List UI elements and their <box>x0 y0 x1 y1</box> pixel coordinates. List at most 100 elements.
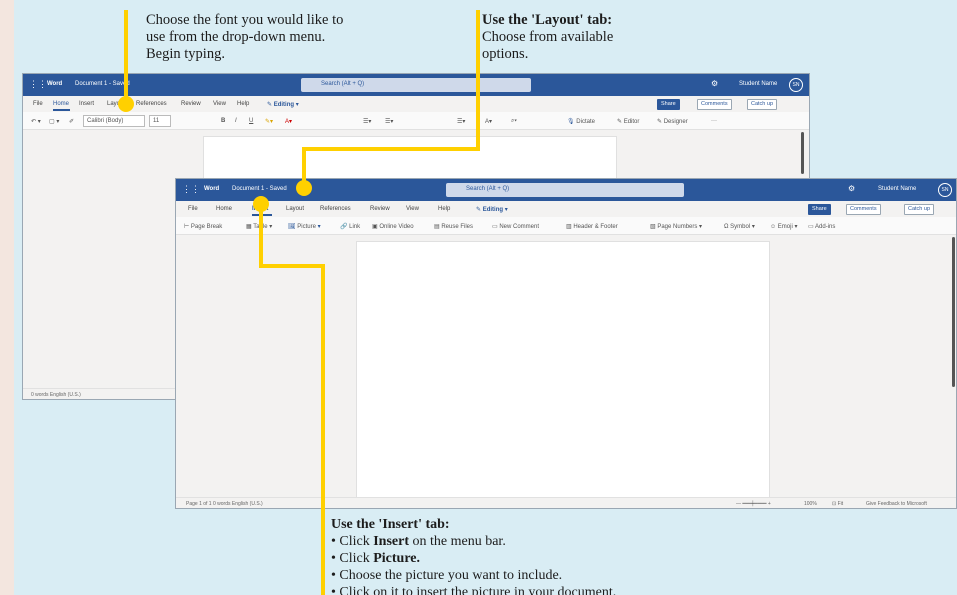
document-canvas <box>176 235 956 499</box>
insert-callout-bullet: • Click Insert on the menu bar. <box>331 534 506 549</box>
font-callout-line: Choose the font you would like to <box>146 12 344 28</box>
zoom-level[interactable]: 100% <box>804 501 817 507</box>
bold-icon[interactable]: B <box>221 118 225 124</box>
fit-button[interactable]: ⊡ Fit <box>832 501 843 507</box>
menu-view[interactable]: View <box>213 101 226 107</box>
highlight-icon[interactable]: ✎▾ <box>265 118 273 125</box>
search-placeholder: Search (Alt + Q) <box>321 81 365 87</box>
dictate-button[interactable]: 🎙 Dictate <box>567 118 595 125</box>
layout-callout-heading: Use the 'Layout' tab: <box>482 12 613 28</box>
status-bar: Page 1 of 1 0 words English (U.S.) — ━━━… <box>176 497 956 508</box>
search-placeholder: Search (Alt + Q) <box>466 186 510 192</box>
avatar[interactable]: SN <box>789 78 803 92</box>
menu-home[interactable]: Home <box>53 101 69 107</box>
page-numbers-button[interactable]: ▧ Page Numbers ▾ <box>650 223 702 230</box>
menu-review[interactable]: Review <box>181 101 201 107</box>
app-grid-icon[interactable]: ⋮⋮ <box>182 184 200 195</box>
menu-help[interactable]: Help <box>237 101 249 107</box>
menu-bar: File Home Insert Layout References Revie… <box>23 96 809 112</box>
menu-bar: File Home Insert Layout References Revie… <box>176 201 956 217</box>
emoji-button[interactable]: ☺ Emoji ▾ <box>770 223 798 230</box>
list-icon[interactable]: ☰▾ <box>363 118 371 125</box>
menu-home[interactable]: Home <box>216 206 232 212</box>
font-connector-dot <box>118 96 134 112</box>
catchup-button[interactable]: Catch up <box>904 204 935 215</box>
layout-connector-vertical <box>476 10 480 150</box>
comments-button[interactable]: Comments <box>846 204 881 215</box>
insert-callout-heading: Use the 'Insert' tab: <box>331 517 450 532</box>
insert-connector-horizontal <box>259 264 325 268</box>
share-button[interactable]: Share <box>808 204 831 215</box>
italic-icon[interactable]: I <box>235 118 237 124</box>
feedback-link[interactable]: Give Feedback to Microsoft <box>866 501 927 507</box>
insert-callout: Use the 'Insert' tab: • Click Insert on … <box>331 516 616 595</box>
font-size-select[interactable]: 11 <box>149 115 171 127</box>
menu-file[interactable]: File <box>188 206 198 212</box>
document-title[interactable]: Document 1 - Saved <box>232 186 287 192</box>
word-window-front: ⋮⋮ Word Document 1 - Saved Search (Alt +… <box>175 178 957 509</box>
format-painter-icon[interactable]: ✐ <box>69 118 74 125</box>
font-callout-line: Begin typing. <box>146 46 225 62</box>
status-text: 0 words English (U.S.) <box>31 392 81 398</box>
clipboard-icon[interactable]: ▢ ▾ <box>49 118 59 125</box>
insert-callout-bullet: • Click on it to insert the picture in y… <box>331 585 617 595</box>
menu-view[interactable]: View <box>406 206 419 212</box>
search-input[interactable]: Search (Alt + Q) <box>301 78 531 92</box>
menu-help[interactable]: Help <box>438 206 450 212</box>
new-comment-button[interactable]: ▭ New Comment <box>492 223 539 230</box>
app-name: Word <box>204 186 220 192</box>
header-footer-button[interactable]: ▥ Header & Footer <box>566 223 618 230</box>
layout-connector-horizontal <box>302 147 480 151</box>
search-input[interactable]: Search (Alt + Q) <box>446 183 684 197</box>
link-button[interactable]: 🔗 Link <box>340 223 360 230</box>
underline-icon[interactable]: U <box>249 118 253 124</box>
editor-button[interactable]: ✎ Editor <box>617 118 639 125</box>
styles-icon[interactable]: A▾ <box>485 118 492 125</box>
ribbon: ↶ ▾ ▢ ▾ ✐ Calibri (Body) 11 B I U ✎▾ A▾ … <box>23 112 809 130</box>
find-icon[interactable]: ⌕▾ <box>511 118 517 125</box>
avatar[interactable]: SN <box>938 183 952 197</box>
online-video-button[interactable]: ▣ Online Video <box>372 223 414 230</box>
user-name: Student Name <box>878 186 917 192</box>
designer-button[interactable]: ✎ Designer <box>657 118 688 125</box>
document-title[interactable]: Document 1 - Saved <box>75 81 130 87</box>
insert-callout-bullet: • Click Picture. <box>331 551 421 566</box>
picture-button[interactable]: 🖼 Picture ▾ <box>288 223 321 230</box>
font-callout-line: use from the drop-down menu. <box>146 29 326 45</box>
zoom-slider[interactable]: — ━━━┿━━━━ + <box>736 501 771 507</box>
more-icon[interactable]: ··· <box>711 118 717 124</box>
scrollbar[interactable] <box>801 132 804 174</box>
insert-connector-vertical-top <box>259 204 263 267</box>
settings-icon[interactable]: ⚙ <box>711 79 718 88</box>
app-grid-icon[interactable]: ⋮⋮ <box>29 79 47 90</box>
comments-button[interactable]: Comments <box>697 99 732 110</box>
font-select[interactable]: Calibri (Body) <box>83 115 145 127</box>
menu-references[interactable]: References <box>320 206 351 212</box>
page-break-button[interactable]: ⊢ Page Break <box>184 223 222 230</box>
layout-callout-line: Choose from available <box>482 29 614 45</box>
document-page[interactable] <box>356 241 770 499</box>
numbered-list-icon[interactable]: ☰▾ <box>385 118 393 125</box>
ribbon: ⊢ Page Break ▦ Table ▾ 🖼 Picture ▾ 🔗 Lin… <box>176 217 956 235</box>
add-ins-button[interactable]: ▭ Add-ins <box>808 223 835 230</box>
settings-icon[interactable]: ⚙ <box>848 184 855 193</box>
font-connector-line <box>124 10 128 104</box>
scrollbar[interactable] <box>952 237 955 387</box>
menu-file[interactable]: File <box>33 101 43 107</box>
editing-mode[interactable]: ✎ Editing ▾ <box>267 101 299 108</box>
menu-layout[interactable]: Layout <box>286 206 304 212</box>
reuse-files-button[interactable]: ▤ Reuse Files <box>434 223 473 230</box>
undo-icon[interactable]: ↶ ▾ <box>31 118 41 125</box>
editing-mode[interactable]: ✎ Editing ▾ <box>476 206 508 213</box>
share-button[interactable]: Share <box>657 99 680 110</box>
menu-review[interactable]: Review <box>370 206 390 212</box>
app-name: Word <box>47 81 63 87</box>
align-icon[interactable]: ☰▾ <box>457 118 465 125</box>
menu-insert[interactable]: Insert <box>79 101 94 107</box>
user-name: Student Name <box>739 81 778 87</box>
menu-references[interactable]: References <box>136 101 167 107</box>
font-color-icon[interactable]: A▾ <box>285 118 292 125</box>
symbol-button[interactable]: Ω Symbol ▾ <box>724 223 755 230</box>
title-bar: ⋮⋮ Word Document 1 - Saved Search (Alt +… <box>176 179 956 201</box>
catchup-button[interactable]: Catch up <box>747 99 778 110</box>
